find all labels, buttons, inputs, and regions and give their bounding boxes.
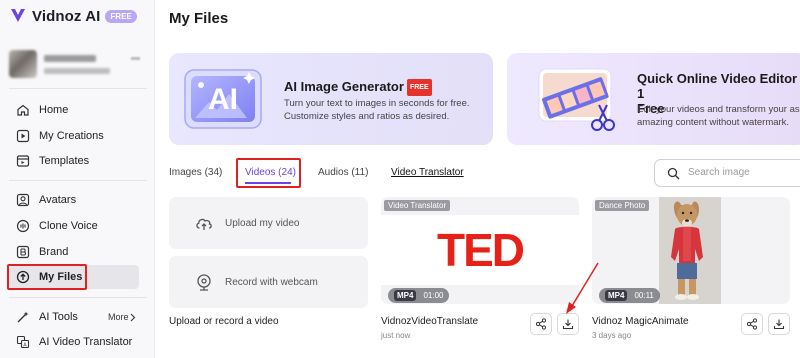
- sidebar-item-label: Brand: [39, 246, 69, 258]
- user-profile[interactable]: [9, 50, 140, 78]
- voice-icon: [16, 219, 30, 233]
- sidebar-item-label: Clone Voice: [39, 220, 98, 232]
- download-button[interactable]: [768, 313, 790, 335]
- search-box[interactable]: [654, 159, 800, 187]
- video-format: MP4: [394, 290, 417, 301]
- chevron-right-icon: [130, 313, 135, 321]
- video-format: MP4: [605, 290, 628, 301]
- video-format-duration: MP4 00:11: [599, 288, 660, 303]
- search-icon: [667, 167, 680, 180]
- divider: [9, 88, 147, 89]
- sidebar-item-avatars[interactable]: Avatars: [9, 188, 139, 212]
- avatar-icon: [16, 193, 30, 207]
- sidebar-item-label: My Creations: [39, 130, 104, 142]
- user-menu-icon[interactable]: [131, 57, 140, 60]
- ai-tools-icon: [17, 311, 29, 323]
- app-logo[interactable]: Vidnoz AI FREE: [9, 7, 137, 25]
- video-thumbnail[interactable]: TED: [381, 215, 579, 285]
- free-badge: FREE: [406, 79, 432, 96]
- video-timestamp: just now: [381, 331, 411, 340]
- sidebar-item-brand[interactable]: Brand: [9, 240, 139, 264]
- share-button[interactable]: [530, 313, 552, 335]
- templates-icon: [16, 155, 30, 167]
- sidebar-item-home[interactable]: Home: [9, 98, 139, 122]
- video-title: Vidnoz MagicAnimate: [592, 316, 689, 327]
- divider: [9, 297, 147, 298]
- upload-video-button[interactable]: Upload my video: [169, 197, 368, 249]
- free-badge: FREE: [105, 9, 137, 23]
- active-tab-indicator: [245, 182, 291, 184]
- ted-logo-text: TED: [437, 224, 525, 276]
- share-icon: [746, 318, 758, 330]
- tab-videos[interactable]: Videos (24): [245, 167, 296, 178]
- sidebar-item-label: Templates: [39, 155, 90, 167]
- video-duration: 00:11: [634, 291, 654, 300]
- brand-icon: [16, 245, 30, 259]
- translate-icon: A: [16, 335, 30, 349]
- sidebar: Vidnoz AI FREE Home My Creations Templat…: [0, 0, 155, 358]
- banner-desc-line: amazing content without watermark.: [637, 117, 790, 128]
- search-input[interactable]: [688, 167, 798, 178]
- more-label: More: [108, 312, 129, 322]
- download-button[interactable]: [557, 313, 579, 335]
- home-icon: [17, 104, 29, 116]
- download-icon: [773, 319, 785, 330]
- upload-caption: Upload or record a video: [169, 316, 279, 327]
- video-tag: Video Translator: [384, 200, 451, 211]
- ai-image-illustration: AI: [184, 69, 262, 129]
- tab-images[interactable]: Images (34): [169, 167, 222, 178]
- user-email-blurred: [44, 67, 110, 74]
- record-webcam-button[interactable]: Record with webcam: [169, 256, 368, 308]
- upload-cloud-icon: [16, 270, 30, 284]
- sidebar-item-my-creations[interactable]: My Creations: [9, 124, 139, 148]
- webcam-icon: [197, 274, 211, 291]
- sidebar-item-label: Avatars: [39, 194, 77, 206]
- sidebar-item-label: AI Video Translator: [39, 336, 133, 348]
- video-duration: 01:00: [423, 291, 444, 300]
- sidebar-item-label: AI Tools: [39, 311, 78, 323]
- banner-title: AI Image Generator FREE: [284, 79, 432, 96]
- user-name-blurred: [44, 54, 96, 62]
- sidebar-item-label: Home: [39, 104, 69, 116]
- sidebar-item-my-files[interactable]: My Files: [9, 265, 139, 289]
- sidebar-item-label: My Files: [39, 271, 83, 283]
- share-icon: [535, 318, 547, 330]
- video-translator-link[interactable]: Video Translator: [391, 167, 464, 178]
- banner-desc-line: Turn your text to images in seconds for …: [284, 98, 470, 109]
- banner-title-line: Quick Online Video Editor - 1: [637, 71, 800, 101]
- video-title: VidnozVideoTranslate: [381, 316, 479, 327]
- divider: [9, 180, 147, 181]
- video-tag: Dance Photo: [595, 200, 650, 211]
- video-editor-banner[interactable]: Quick Online Video Editor - 1 Free Edit …: [507, 53, 800, 145]
- dog-thumbnail[interactable]: [659, 197, 721, 304]
- ai-image-generator-banner[interactable]: AI AI Image Generator FREE Turn your text…: [169, 53, 493, 145]
- share-button[interactable]: [741, 313, 763, 335]
- tab-audios[interactable]: Audios (11): [318, 167, 368, 178]
- video-editor-illustration: [538, 68, 615, 131]
- page-title: My Files: [169, 10, 229, 27]
- video-format-duration: MP4 01:00: [388, 288, 450, 303]
- sidebar-item-ai-video-translator[interactable]: A AI Video Translator: [9, 330, 139, 354]
- play-square-icon: [16, 129, 30, 143]
- vidnoz-logo-icon: [11, 9, 25, 22]
- cloud-upload-icon: [196, 218, 212, 230]
- banner-description: Edit your videos and transform your as a…: [637, 103, 800, 129]
- banner-desc-line: Customize styles and ratios as desired.: [284, 111, 450, 122]
- ai-art-label: AI: [208, 83, 238, 116]
- record-webcam-label: Record with webcam: [225, 276, 318, 288]
- upload-video-label: Upload my video: [225, 217, 300, 229]
- download-icon: [562, 319, 574, 330]
- banner-title-text: AI Image Generator: [284, 79, 404, 94]
- sidebar-item-templates[interactable]: Templates: [9, 149, 139, 173]
- banner-desc-line: Edit your videos and transform your as: [637, 104, 800, 115]
- video-timestamp: 3 days ago: [592, 331, 632, 340]
- avatar[interactable]: [9, 50, 37, 78]
- more-button[interactable]: More: [108, 312, 136, 322]
- app-name: Vidnoz AI: [32, 7, 101, 25]
- sidebar-item-clone-voice[interactable]: Clone Voice: [9, 214, 139, 238]
- banner-description: Turn your text to images in seconds for …: [284, 97, 470, 123]
